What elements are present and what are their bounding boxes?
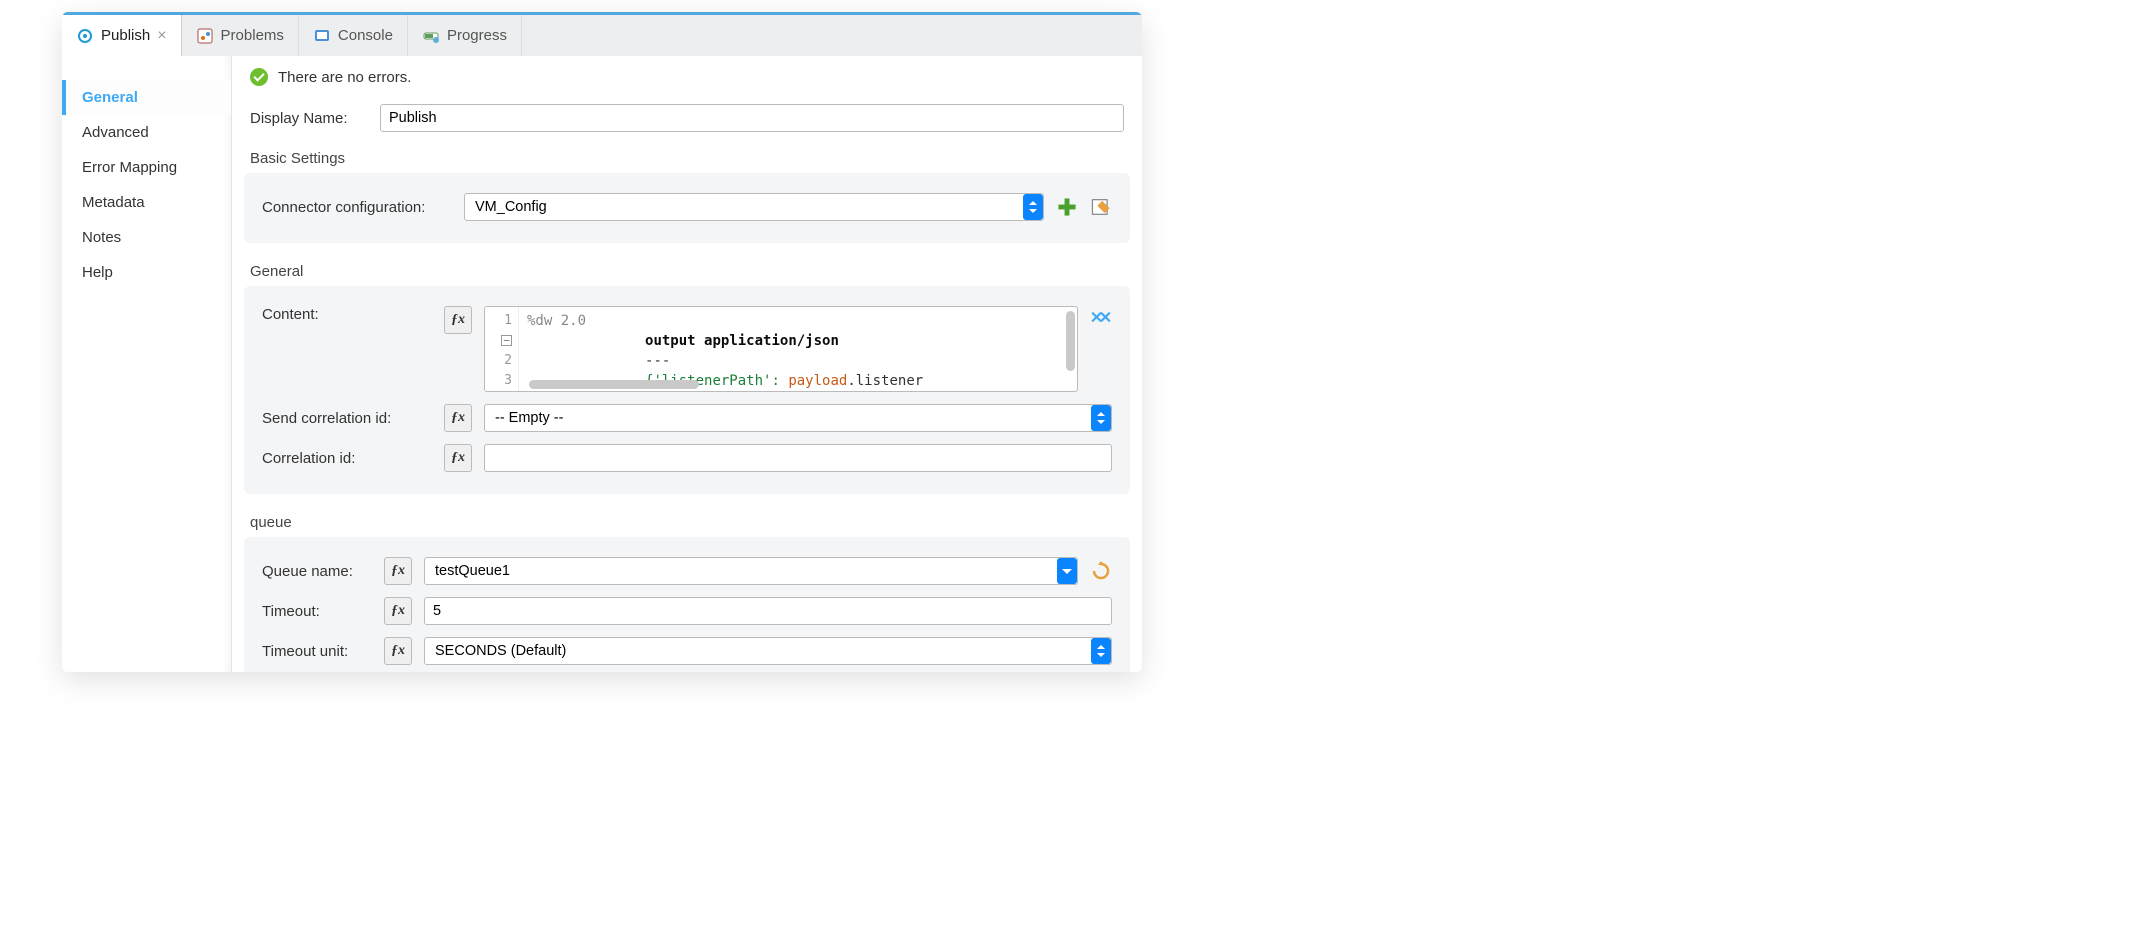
timeout-unit-select[interactable] [424, 637, 1112, 665]
tab-label: Progress [447, 27, 507, 44]
fx-button[interactable]: ƒx [444, 306, 472, 334]
content-code-editor[interactable]: 1− 234 %dw 2.0 output application/json -… [484, 306, 1078, 392]
fx-button[interactable]: ƒx [384, 597, 412, 625]
display-name-row: Display Name: [232, 96, 1142, 140]
tab-problems[interactable]: Problems [182, 15, 299, 56]
sidebar-item-help[interactable]: Help [62, 255, 231, 290]
console-icon [313, 27, 331, 45]
refresh-button[interactable] [1090, 561, 1112, 581]
queue-name-label: Queue name: [262, 563, 372, 580]
scrollbar-vertical[interactable] [1066, 311, 1075, 371]
tab-progress[interactable]: Progress [408, 15, 522, 56]
sidebar-item-advanced[interactable]: Advanced [62, 115, 231, 150]
fold-icon[interactable]: − [501, 335, 512, 346]
correlation-id-input[interactable] [484, 444, 1112, 472]
fx-button[interactable]: ƒx [444, 444, 472, 472]
display-name-input[interactable] [380, 104, 1124, 132]
close-icon[interactable]: × [157, 27, 166, 45]
queue-name-input[interactable] [424, 557, 1078, 585]
general-panel: Content: ƒx 1− 234 %dw 2.0 output applic… [244, 286, 1130, 494]
queue-panel: Queue name: ƒx Timeout: ƒx Tim [244, 537, 1130, 672]
scrollbar-horizontal[interactable] [529, 380, 699, 389]
general-section-title: General [232, 253, 1142, 282]
content-label: Content: [262, 306, 432, 323]
sidebar: General Advanced Error Mapping Metadata … [62, 56, 232, 672]
sidebar-item-metadata[interactable]: Metadata [62, 185, 231, 220]
connector-config-select[interactable] [464, 193, 1044, 221]
tab-bar: Publish × Problems Console Progress [62, 12, 1142, 56]
correlation-id-label: Correlation id: [262, 450, 432, 467]
config-window: Publish × Problems Console Progress Gene… [62, 12, 1142, 672]
fx-button[interactable]: ƒx [384, 637, 412, 665]
select-stepper-icon[interactable] [1091, 405, 1111, 431]
select-stepper-icon[interactable] [1091, 638, 1111, 664]
timeout-label: Timeout: [262, 603, 372, 620]
sidebar-item-error-mapping[interactable]: Error Mapping [62, 150, 231, 185]
queue-section-title: queue [232, 504, 1142, 533]
code-body[interactable]: %dw 2.0 output application/json --- {'li… [519, 307, 1077, 391]
check-ok-icon [250, 68, 268, 86]
timeout-input[interactable] [424, 597, 1112, 625]
sidebar-item-general[interactable]: General [62, 80, 231, 115]
tab-publish[interactable]: Publish × [62, 15, 182, 56]
tab-label: Publish [101, 27, 150, 44]
progress-icon [422, 27, 440, 45]
send-correlation-select[interactable] [484, 404, 1112, 432]
display-name-label: Display Name: [250, 110, 370, 127]
code-gutter: 1− 234 [485, 307, 519, 391]
select-stepper-icon[interactable] [1023, 194, 1043, 220]
transform-icon[interactable] [1090, 306, 1112, 328]
edit-config-button[interactable] [1090, 196, 1112, 218]
problems-icon [196, 27, 214, 45]
add-config-button[interactable] [1056, 196, 1078, 218]
basic-settings-title: Basic Settings [232, 140, 1142, 169]
status-row: There are no errors. [232, 56, 1142, 96]
timeout-unit-label: Timeout unit: [262, 643, 372, 660]
fx-button[interactable]: ƒx [444, 404, 472, 432]
fx-button[interactable]: ƒx [384, 557, 412, 585]
tab-label: Console [338, 27, 393, 44]
sidebar-item-notes[interactable]: Notes [62, 220, 231, 255]
dropdown-icon[interactable] [1057, 558, 1077, 584]
tab-label: Problems [221, 27, 284, 44]
publish-icon [76, 27, 94, 45]
content-area: There are no errors. Display Name: Basic… [232, 56, 1142, 672]
status-text: There are no errors. [278, 69, 411, 86]
basic-settings-panel: Connector configuration: [244, 173, 1130, 243]
connector-config-label: Connector configuration: [262, 199, 452, 216]
tab-console[interactable]: Console [299, 15, 408, 56]
send-correlation-label: Send correlation id: [262, 410, 432, 427]
